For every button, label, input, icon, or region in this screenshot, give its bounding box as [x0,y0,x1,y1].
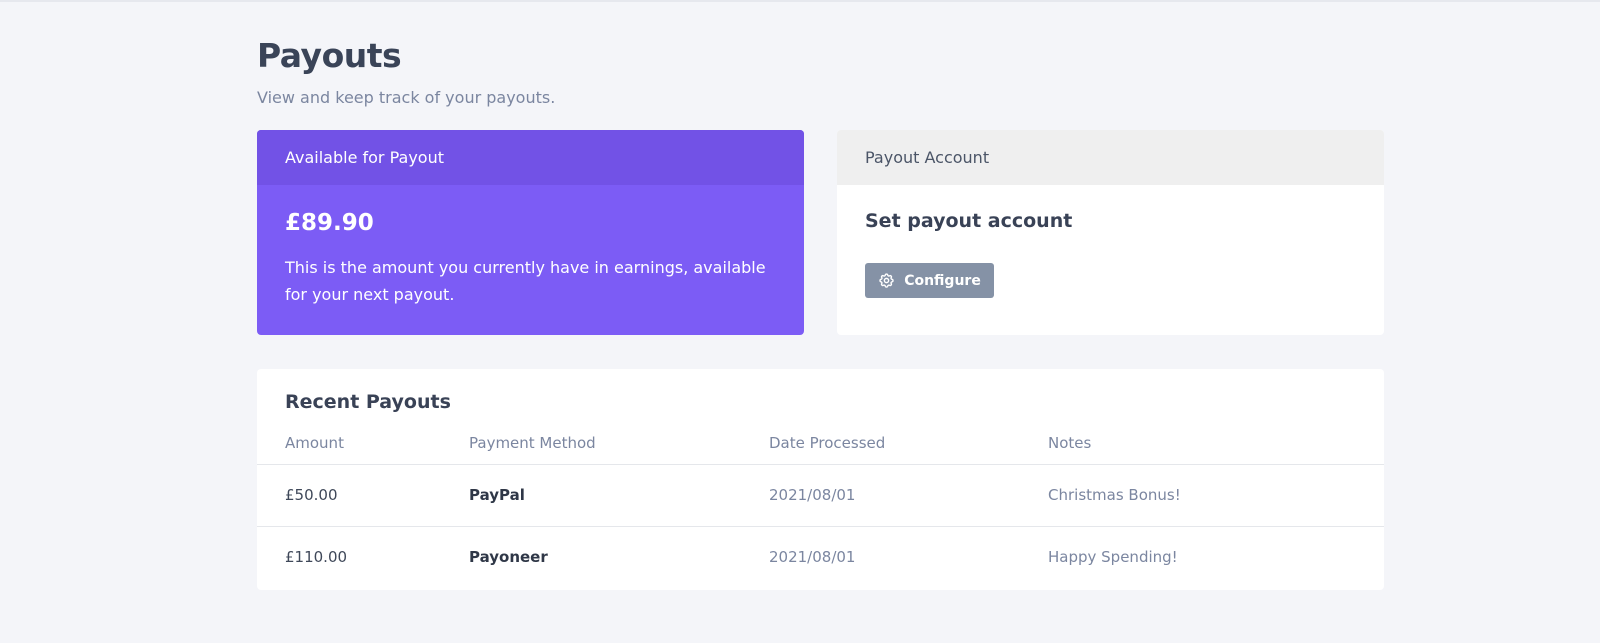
available-for-payout-card: Available for Payout £89.90 This is the … [257,130,804,335]
row-payment-method: PayPal [469,486,525,504]
configure-button[interactable]: Configure [865,263,994,298]
column-header-payment-method: Payment Method [469,434,596,452]
payout-account-card: Payout Account Set payout account Config… [837,130,1384,335]
available-amount: £89.90 [285,210,374,236]
recent-payouts-title: Recent Payouts [285,391,451,413]
top-border [0,0,1600,2]
column-header-amount: Amount [285,434,344,452]
page-subtitle: View and keep track of your payouts. [257,88,556,107]
row-amount: £50.00 [285,486,338,504]
row-amount: £110.00 [285,548,348,566]
configure-label: Configure [904,272,981,289]
column-header-notes: Notes [1048,434,1092,452]
table-header: Amount Payment Method Date Processed Not… [257,434,1384,465]
row-payment-method: Payoneer [469,548,548,566]
gear-icon [878,272,895,289]
recent-payouts-card: Recent Payouts Amount Payment Method Dat… [257,369,1384,590]
available-description: This is the amount you currently have in… [285,258,766,304]
row-date-processed: 2021/08/01 [769,486,856,504]
table-row: £50.00 PayPal 2021/08/01 Christmas Bonus… [257,465,1384,527]
table-row: £110.00 Payoneer 2021/08/01 Happy Spendi… [257,527,1384,589]
row-notes: Christmas Bonus! [1048,486,1181,504]
page-title: Payouts [257,36,402,75]
column-header-date-processed: Date Processed [769,434,886,452]
available-card-header: Available for Payout [257,130,804,185]
set-payout-account-title: Set payout account [865,210,1073,232]
row-date-processed: 2021/08/01 [769,548,856,566]
row-notes: Happy Spending! [1048,548,1178,566]
account-card-header: Payout Account [837,130,1384,185]
